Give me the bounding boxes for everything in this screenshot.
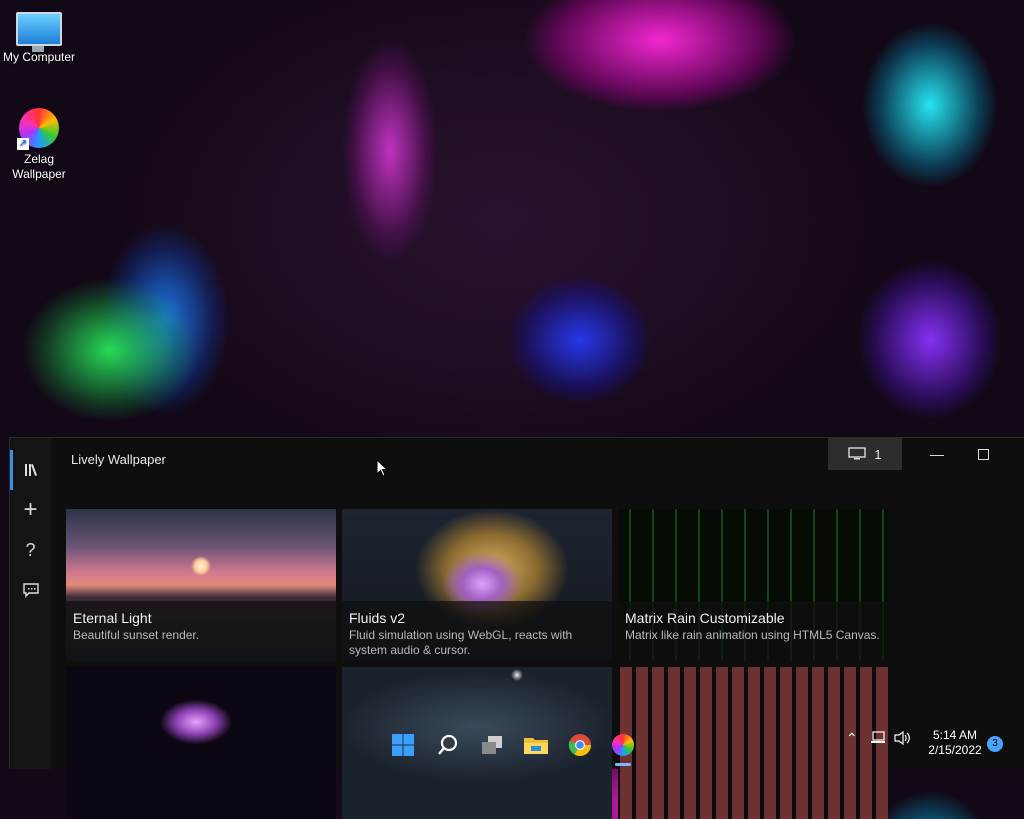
help-icon: ?: [25, 539, 36, 560]
desktop-icon-zelag-wallpaper[interactable]: ↗ Zelag Wallpaper: [0, 102, 78, 182]
volume-icon: [894, 730, 910, 746]
network-button[interactable]: [870, 730, 886, 749]
minimize-icon: —: [930, 446, 944, 462]
help-button[interactable]: ?: [10, 530, 51, 570]
desktop-icon-label-line1: Zelag: [23, 152, 55, 166]
choose-display-button[interactable]: 1: [828, 438, 902, 470]
wallpaper-tile-fluids-v2[interactable]: Fluids v2 Fluid simulation using WebGL, …: [342, 509, 612, 661]
chrome-icon: [568, 734, 591, 756]
windows-start-icon: [392, 734, 414, 756]
volume-button[interactable]: [894, 730, 912, 749]
lively-wallpaper-taskbar-button[interactable]: [608, 730, 638, 766]
monitor-count: 1: [874, 446, 882, 462]
active-indicator: [615, 763, 631, 766]
library-button[interactable]: [10, 450, 51, 490]
task-view-icon: [482, 736, 502, 754]
wallpaper-title: Matrix Rain Customizable: [625, 610, 785, 626]
add-wallpaper-button[interactable]: +: [10, 490, 51, 530]
feedback-button[interactable]: [10, 570, 51, 610]
maximize-icon: [977, 448, 989, 460]
taskbar-clock[interactable]: 5:14 AM 2/15/2022: [922, 728, 988, 758]
show-hidden-icons-button[interactable]: ⌃: [846, 730, 858, 747]
notification-badge[interactable]: 3: [987, 736, 1003, 752]
wallpaper-title: Eternal Light: [73, 610, 152, 626]
monitor-icon: [848, 447, 867, 460]
wallpaper-tile-eternal-light[interactable]: Eternal Light Beautiful sunset render.: [66, 509, 336, 661]
lively-wallpaper-window: + ? Lively Wallpaper 1 — Eternal Light B…: [9, 437, 1024, 819]
zelag-wallpaper-icon: ↗: [17, 108, 59, 150]
search-icon: [438, 734, 458, 755]
wallpaper-description: Fluid simulation using WebGL, reacts wit…: [349, 628, 573, 657]
desktop-icon-label-line2: Wallpaper: [12, 167, 66, 181]
network-icon: [871, 731, 885, 743]
sidebar: + ?: [10, 438, 51, 769]
app-title: Lively Wallpaper: [71, 452, 166, 467]
library-icon: [25, 464, 37, 476]
search-button[interactable]: [433, 730, 463, 760]
computer-icon: [16, 12, 62, 52]
wallpaper-description: Matrix like rain animation using HTML5 C…: [625, 628, 880, 642]
shortcut-arrow-icon: ↗: [17, 138, 29, 150]
wallpaper-tile-matrix-rain[interactable]: Matrix Rain Customizable Matrix like rai…: [618, 509, 888, 661]
tile-info: Eternal Light Beautiful sunset render.: [66, 601, 336, 661]
lively-wallpaper-icon: [612, 734, 634, 756]
desktop-icon-my-computer[interactable]: My Computer: [0, 0, 78, 65]
chrome-button[interactable]: [565, 730, 595, 760]
taskbar: ⌃: [0, 722, 1024, 768]
add-icon: +: [23, 496, 38, 523]
folder-icon: [524, 738, 548, 754]
clock-date: 2/15/2022: [928, 743, 982, 757]
clock-time: 5:14 AM: [932, 728, 978, 742]
start-button[interactable]: [388, 730, 418, 760]
chevron-up-icon: ⌃: [846, 730, 858, 746]
wallpaper-description: Beautiful sunset render.: [73, 628, 200, 642]
mouse-cursor-icon: [376, 459, 388, 477]
wallpaper-title: Fluids v2: [349, 610, 406, 626]
tile-info: Fluids v2 Fluid simulation using WebGL, …: [342, 601, 612, 661]
tile-info: Matrix Rain Customizable Matrix like rai…: [618, 601, 888, 661]
minimize-button[interactable]: —: [914, 438, 960, 470]
maximize-button[interactable]: [960, 438, 1006, 470]
desktop-icon-label: My Computer: [2, 50, 76, 64]
feedback-icon: [22, 582, 39, 598]
task-view-button[interactable]: [477, 730, 507, 760]
file-explorer-button[interactable]: [521, 730, 551, 760]
